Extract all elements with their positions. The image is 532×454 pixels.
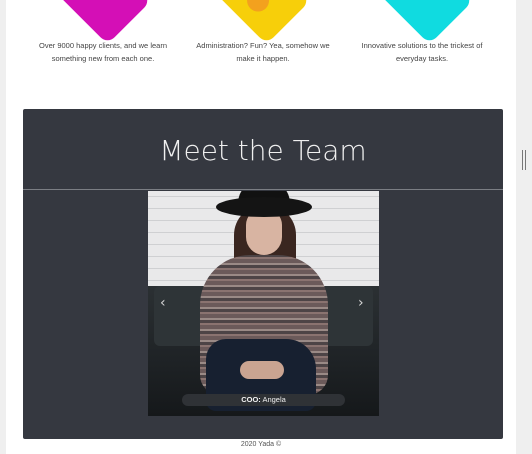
photo-person-hands (240, 361, 284, 379)
scroll-handle[interactable] (522, 150, 526, 170)
feature-icon-yellow (215, 0, 311, 45)
team-carousel: ‹ › COO: Angela (148, 191, 379, 416)
team-title: Meet the Team (159, 134, 367, 167)
team-section: Meet the Team ‹ › COO: Angela (23, 109, 503, 439)
feature-text-clients: Over 9000 happy clients, and we learn so… (39, 41, 167, 63)
chevron-right-icon[interactable]: › (358, 295, 364, 311)
caption-role: COO: (241, 395, 261, 404)
feature-icon-yellow-dot (242, 0, 274, 17)
feature-icon-magenta (56, 0, 152, 45)
feature-text-solutions: Innovative solutions to the trickest of … (361, 41, 483, 63)
carousel-caption: COO: Angela (182, 394, 345, 406)
chevron-left-icon[interactable]: ‹ (160, 295, 166, 311)
footer-copyright: 2020 Yada © (240, 441, 282, 448)
feature-icon-cyan (378, 0, 474, 45)
page: Over 9000 happy clients, and we learn so… (6, 0, 516, 454)
feature-text-administration: Administration? Fun? Yea, somehow we mak… (196, 41, 330, 63)
caption-name: Angela (262, 395, 286, 404)
photo-person-hat-brim (216, 197, 312, 217)
team-divider (23, 189, 503, 190)
